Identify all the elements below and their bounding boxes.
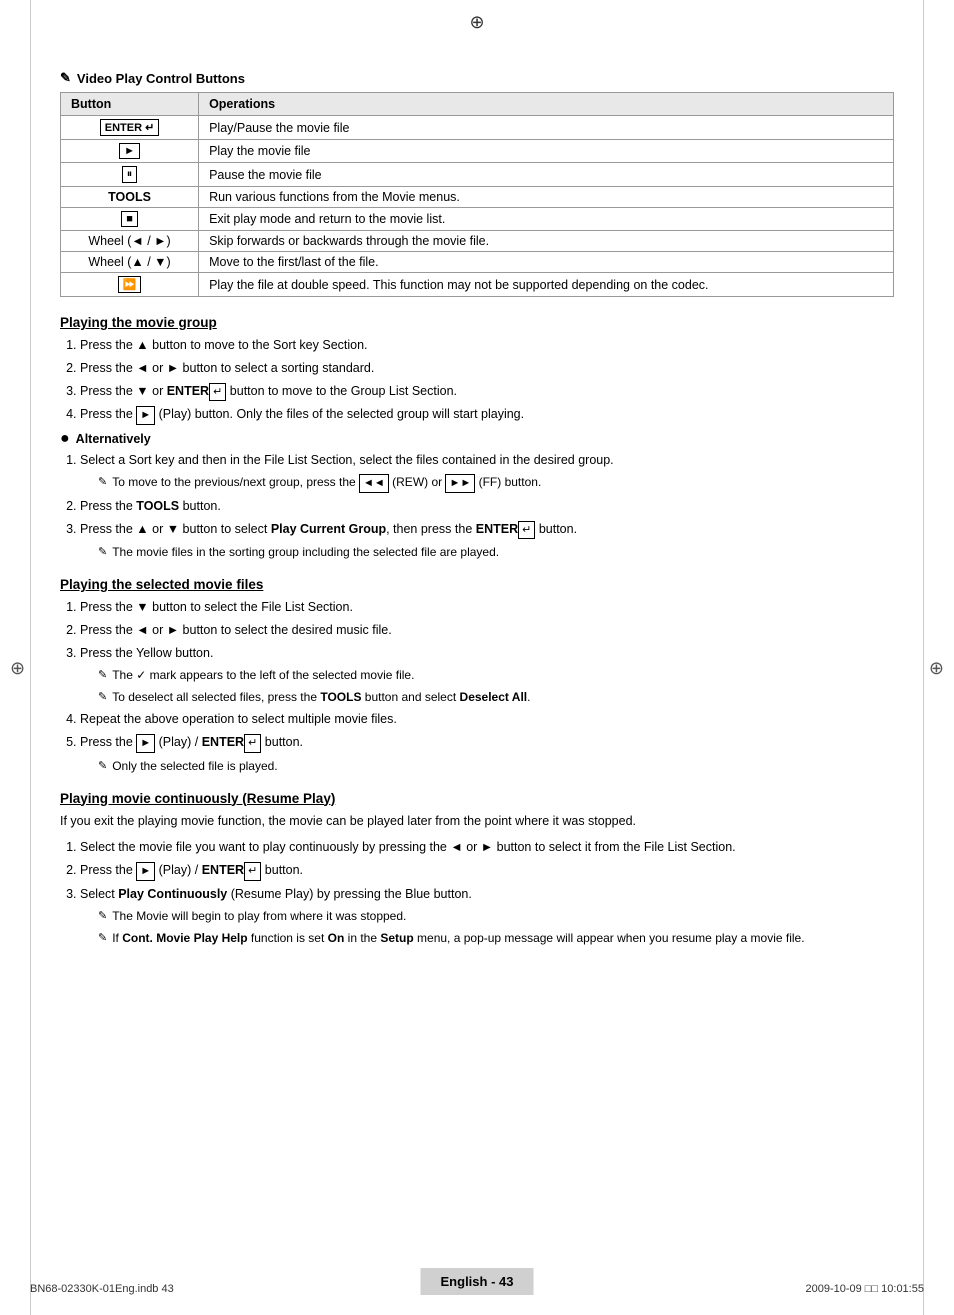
col-button: Button xyxy=(61,93,199,116)
note-block: ✎ The movie files in the sorting group i… xyxy=(98,543,894,561)
playing-selected-section: Playing the selected movie files Press t… xyxy=(60,577,894,775)
playing-selected-heading: Playing the selected movie files xyxy=(60,577,894,592)
right-crosshair-icon: ⊕ xyxy=(929,658,944,679)
button-cell: ► xyxy=(61,140,199,163)
table-row: ⏩Play the file at double speed. This fun… xyxy=(61,273,894,297)
note-text: If Cont. Movie Play Help function is set… xyxy=(112,929,804,947)
list-item: Repeat the above operation to select mul… xyxy=(80,710,894,729)
note-text: The movie files in the sorting group inc… xyxy=(112,543,499,561)
footer-right: 2009-10-09 □□ 10:01:55 xyxy=(805,1283,924,1295)
footer-center: English - 43 xyxy=(421,1268,534,1295)
list-item: Press the ► (Play) / ENTER↵ button. ✎ On… xyxy=(80,733,894,775)
table-row: Wheel (▲ / ▼)Move to the first/last of t… xyxy=(61,252,894,273)
table-row: ►Play the movie file xyxy=(61,140,894,163)
playing-continuous-heading: Playing movie continuously (Resume Play) xyxy=(60,791,894,806)
note-text: The ✓ mark appears to the left of the se… xyxy=(112,666,414,684)
note-icon: ✎ xyxy=(98,689,107,706)
note-block: ✎ The Movie will begin to play from wher… xyxy=(98,907,894,925)
note-block: ✎ Only the selected file is played. xyxy=(98,757,894,775)
operation-cell: Play the movie file xyxy=(199,140,894,163)
list-item: Press the ◄ or ► button to select the de… xyxy=(80,621,894,640)
note-block: ✎ To deselect all selected files, press … xyxy=(98,688,894,706)
operation-cell: Pause the movie file xyxy=(199,163,894,187)
list-item: Press the Yellow button. ✎ The ✓ mark ap… xyxy=(80,644,894,707)
table-row: ■Exit play mode and return to the movie … xyxy=(61,208,894,231)
button-cell: ⏩ xyxy=(61,273,199,297)
list-item: Select Play Continuously (Resume Play) b… xyxy=(80,885,894,948)
list-item: Press the ▲ or ▼ button to select Play C… xyxy=(80,520,894,562)
button-cell: ⏸ xyxy=(61,163,199,187)
table-row: TOOLSRun various functions from the Movi… xyxy=(61,187,894,208)
note-block: ✎ If Cont. Movie Play Help function is s… xyxy=(98,929,894,947)
playing-group-steps: Press the ▲ button to move to the Sort k… xyxy=(80,336,894,425)
list-item: Press the ▼ or ENTER↵ button to move to … xyxy=(80,382,894,402)
button-cell: Wheel (▲ / ▼) xyxy=(61,252,199,273)
bullet-icon: ● xyxy=(60,431,70,447)
note-icon: ✎ xyxy=(98,544,107,561)
playing-group-section: Playing the movie group Press the ▲ butt… xyxy=(60,315,894,561)
col-operations: Operations xyxy=(199,93,894,116)
note-block: ✎ To move to the previous/next group, pr… xyxy=(98,473,894,493)
operation-cell: Run various functions from the Movie men… xyxy=(199,187,894,208)
continuous-intro: If you exit the playing movie function, … xyxy=(60,812,894,831)
note-block: ✎ The ✓ mark appears to the left of the … xyxy=(98,666,894,684)
note-icon: ✎ xyxy=(98,758,107,775)
operation-cell: Play the file at double speed. This func… xyxy=(199,273,894,297)
section-title: ✎ Video Play Control Buttons xyxy=(60,70,894,86)
operation-cell: Play/Pause the movie file xyxy=(199,116,894,140)
note-icon: ✎ xyxy=(98,908,107,925)
left-crosshair-icon: ⊕ xyxy=(10,658,25,679)
note-text: To move to the previous/next group, pres… xyxy=(112,473,541,493)
top-crosshair-icon: ⊕ xyxy=(469,12,484,33)
button-cell: Wheel (◄ / ►) xyxy=(61,231,199,252)
note-pencil-icon: ✎ xyxy=(60,70,71,86)
playing-continuous-section: Playing movie continuously (Resume Play)… xyxy=(60,791,894,948)
note-icon: ✎ xyxy=(98,930,107,947)
alternatively-text: Alternatively xyxy=(76,432,151,446)
list-item: Press the ◄ or ► button to select a sort… xyxy=(80,359,894,378)
alternatively-section: ● Alternatively Select a Sort key and th… xyxy=(60,431,894,562)
section-title-text: Video Play Control Buttons xyxy=(77,71,245,86)
margin-left-line xyxy=(30,0,31,1315)
footer-left: BN68-02330K-01Eng.indb 43 xyxy=(30,1283,174,1295)
note-text: To deselect all selected files, press th… xyxy=(112,688,530,706)
video-control-section: ✎ Video Play Control Buttons Button Oper… xyxy=(60,70,894,297)
button-cell: ■ xyxy=(61,208,199,231)
continuous-steps: Select the movie file you want to play c… xyxy=(80,838,894,947)
list-item: Press the TOOLS button. xyxy=(80,497,894,516)
operation-cell: Skip forwards or backwards through the m… xyxy=(199,231,894,252)
list-item: Press the ► (Play) button. Only the file… xyxy=(80,405,894,425)
list-item: Press the ▼ button to select the File Li… xyxy=(80,598,894,617)
operation-cell: Move to the first/last of the file. xyxy=(199,252,894,273)
note-icon: ✎ xyxy=(98,474,107,491)
operation-cell: Exit play mode and return to the movie l… xyxy=(199,208,894,231)
alt-steps: Select a Sort key and then in the File L… xyxy=(80,451,894,562)
button-cell: ENTER ↵ xyxy=(61,116,199,140)
table-row: ⏸Pause the movie file xyxy=(61,163,894,187)
table-row: Wheel (◄ / ►)Skip forwards or backwards … xyxy=(61,231,894,252)
playing-selected-steps: Press the ▼ button to select the File Li… xyxy=(80,598,894,775)
alternatively-label: ● Alternatively xyxy=(60,431,894,447)
note-text: Only the selected file is played. xyxy=(112,757,277,775)
list-item: Press the ► (Play) / ENTER↵ button. xyxy=(80,861,894,881)
list-item: Press the ▲ button to move to the Sort k… xyxy=(80,336,894,355)
note-text: The Movie will begin to play from where … xyxy=(112,907,406,925)
page-number-box: English - 43 xyxy=(421,1268,534,1295)
margin-right-line xyxy=(923,0,924,1315)
control-table: Button Operations ENTER ↵Play/Pause the … xyxy=(60,92,894,297)
note-icon: ✎ xyxy=(98,667,107,684)
list-item: Select the movie file you want to play c… xyxy=(80,838,894,857)
button-cell: TOOLS xyxy=(61,187,199,208)
page: ⊕ ✎ Video Play Control Buttons Button Op… xyxy=(0,0,954,1315)
playing-group-heading: Playing the movie group xyxy=(60,315,894,330)
table-row: ENTER ↵Play/Pause the movie file xyxy=(61,116,894,140)
list-item: Select a Sort key and then in the File L… xyxy=(80,451,894,493)
